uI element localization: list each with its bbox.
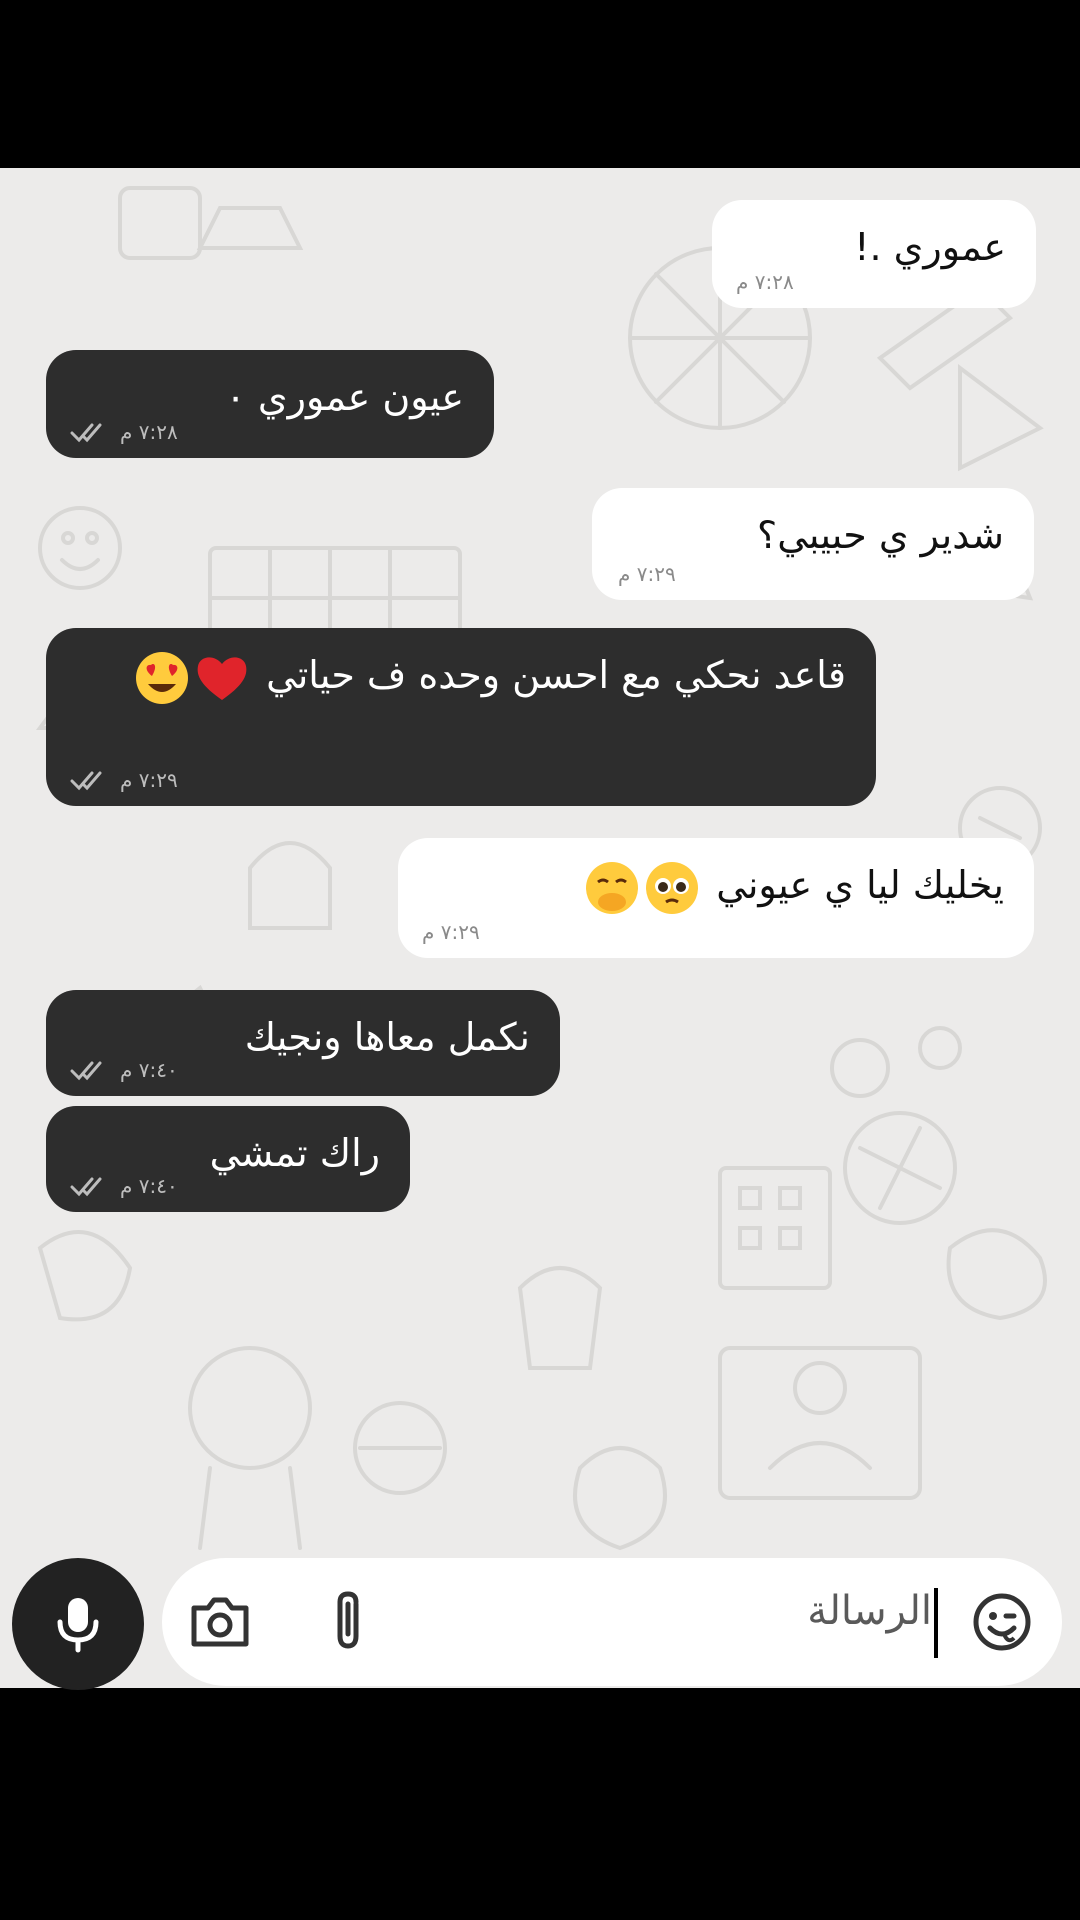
message-bubble-outgoing[interactable]: نكمل معاها ونجيك ٧:٤٠ م (46, 990, 560, 1096)
message-meta: ٧:٢٨ م (736, 270, 794, 294)
paperclip-icon[interactable] (328, 1588, 368, 1654)
message-time: ٧:٢٩ م (618, 562, 676, 586)
message-input[interactable]: الرسالة (807, 1588, 932, 1634)
message-meta: ٧:٢٨ م (70, 420, 178, 444)
message-time: ٧:٤٠ م (120, 1174, 178, 1198)
message-time: ٧:٢٨ م (120, 420, 178, 444)
message-bubble-outgoing[interactable]: راك تمشي ٧:٤٠ م (46, 1106, 410, 1212)
mic-icon (57, 1598, 99, 1653)
message-text: نكمل معاها ونجيك (244, 1015, 530, 1059)
camera-icon[interactable] (188, 1592, 252, 1652)
text-cursor (934, 1588, 938, 1658)
message-body: يخليك ليا ي عيوني (716, 863, 1004, 907)
message-text: شدير ي حبيبي؟ (757, 513, 1004, 557)
heart-eyes-face-icon (135, 651, 188, 704)
message-body: قاعد نحكي مع احسن وحده ف حياتي (266, 653, 846, 697)
message-time: ٧:٢٩ م (120, 768, 178, 792)
message-text: عيون عموري ٠ (225, 375, 464, 419)
message-composer[interactable]: الرسالة (162, 1558, 1062, 1686)
double-check-icon (70, 1177, 102, 1197)
double-check-icon (70, 423, 102, 443)
mic-button[interactable] (12, 1558, 144, 1690)
message-meta: ٧:٤٠ م (70, 1174, 178, 1198)
chat-area[interactable]: عموري .! ٧:٢٨ م عيون عموري ٠ ٧:٢٨ م شدير… (0, 168, 1080, 1688)
message-bubble-outgoing[interactable]: قاعد نحكي مع احسن وحده ف حياتي ٧:٢٩ م (46, 628, 876, 806)
double-check-icon (70, 1061, 102, 1081)
message-bubble-incoming[interactable]: شدير ي حبيبي؟ ٧:٢٩ م (592, 488, 1034, 600)
red-heart-icon (197, 656, 247, 700)
message-text: عموري .! (854, 225, 1006, 269)
message-time: ٧:٢٨ م (736, 270, 794, 294)
double-check-icon (70, 771, 102, 791)
message-text: يخليك ليا ي عيوني (428, 858, 1004, 916)
message-bubble-incoming[interactable]: عموري .! ٧:٢٨ م (712, 200, 1036, 308)
message-text: راك تمشي (209, 1131, 380, 1175)
message-bubble-incoming[interactable]: يخليك ليا ي عيوني ٧:٢٩ م (398, 838, 1034, 958)
message-text: قاعد نحكي مع احسن وحده ف حياتي (76, 648, 846, 706)
hand-over-mouth-face-icon (586, 861, 639, 914)
pleading-face-icon (646, 861, 699, 914)
message-meta: ٧:٢٩ م (70, 768, 178, 792)
message-meta: ٧:٤٠ م (70, 1058, 178, 1082)
message-time: ٧:٢٩ م (422, 920, 480, 944)
message-time: ٧:٤٠ م (120, 1058, 178, 1082)
message-bubble-outgoing[interactable]: عيون عموري ٠ ٧:٢٨ م (46, 350, 494, 458)
message-meta: ٧:٢٩ م (422, 920, 480, 944)
message-meta: ٧:٢٩ م (618, 562, 676, 586)
sticker-icon[interactable] (970, 1590, 1034, 1654)
